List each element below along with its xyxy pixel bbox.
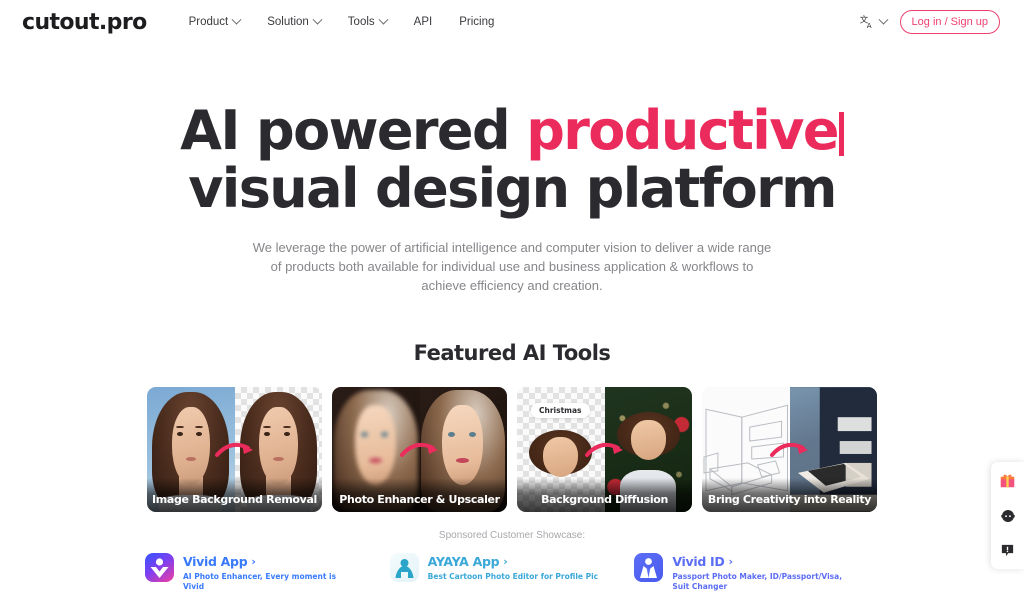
vivid-app-logo-icon: [145, 553, 174, 582]
chevron-down-icon: [231, 14, 242, 25]
transform-arrow-icon: [584, 442, 623, 457]
main-navigation: Product Solution Tools API Pricing: [188, 14, 494, 28]
chevron-down-icon: [312, 14, 323, 25]
tool-card-label: Photo Enhancer & Upscaler: [332, 478, 507, 512]
hero-title-line2: visual design platform: [188, 157, 837, 220]
hero-section: AI powered productive visual design plat…: [0, 44, 1024, 295]
chevron-down-icon: [878, 14, 888, 25]
hero-subtitle: We leverage the power of artificial inte…: [252, 240, 772, 293]
sponsor-text: Vivid ID › Passport Photo Maker, ID/Pass…: [672, 553, 847, 592]
featured-tools-grid: Image Background Removal Photo Enhancer …: [0, 387, 1024, 512]
nav-item-label: Product: [188, 16, 229, 28]
nav-item-label: API: [413, 16, 433, 28]
nav-item-product[interactable]: Product: [188, 14, 242, 28]
nav-item-label: Solution: [267, 16, 309, 28]
gift-icon: [1000, 474, 1015, 488]
customer-service-button[interactable]: [997, 505, 1018, 526]
customer-service-icon: [1000, 509, 1015, 522]
sponsored-list: Vivid App › AI Photo Enhancer, Every mom…: [0, 553, 1024, 592]
tool-card-label: Background Diffusion: [517, 478, 692, 512]
nav-item-label: Pricing: [459, 16, 495, 28]
page-title: AI powered productive visual design plat…: [0, 102, 1024, 218]
hero-title-accent: productive: [526, 99, 839, 162]
ayaya-app-logo-icon: [389, 553, 419, 582]
sponsor-item-ayaya-app[interactable]: AYAYA App › Best Cartoon Photo Editor fo…: [389, 553, 635, 592]
hero-title-prefix: AI powered: [180, 99, 527, 162]
sponsor-item-vivid-app[interactable]: Vivid App › AI Photo Enhancer, Every mom…: [145, 553, 390, 592]
transform-arrow-icon: [399, 442, 438, 457]
transform-arrow-icon: [769, 442, 808, 457]
nav-item-label: Tools: [347, 16, 375, 28]
sponsor-item-vivid-id[interactable]: Vivid ID › Passport Photo Maker, ID/Pass…: [634, 553, 879, 592]
floating-side-widget: [991, 462, 1024, 569]
tool-card-image-background-removal[interactable]: Image Background Removal: [147, 387, 322, 512]
sponsor-description: AI Photo Enhancer, Every moment is Vivid: [183, 572, 337, 591]
tool-card-bring-creativity-into-reality[interactable]: Bring Creativity into Reality: [702, 387, 877, 512]
chevron-right-icon: ›: [728, 555, 733, 568]
nav-item-api[interactable]: API: [414, 16, 433, 28]
tool-card-photo-enhancer-upscaler[interactable]: Photo Enhancer & Upscaler: [332, 387, 507, 512]
chevron-right-icon: ›: [503, 555, 508, 568]
chevron-right-icon: ›: [251, 555, 256, 568]
sponsor-name: Vivid App ›: [183, 554, 256, 569]
sponsor-name: AYAYA App ›: [427, 554, 508, 569]
site-logo[interactable]: cutout.pro: [22, 10, 147, 35]
sponsored-showcase-title: Sponsored Customer Showcase:: [438, 530, 586, 541]
sponsor-description: Passport Photo Maker, ID/Passport/Visa, …: [672, 572, 843, 591]
sponsor-text: Vivid App › AI Photo Enhancer, Every mom…: [183, 553, 358, 592]
gift-button[interactable]: [997, 470, 1018, 491]
vivid-id-logo-icon: [634, 553, 664, 582]
sponsor-name: Vivid ID ›: [672, 554, 733, 569]
svg-text:A: A: [866, 21, 871, 30]
sponsor-description: Best Cartoon Photo Editor for Profile Pi…: [427, 572, 599, 581]
tool-card-label: Bring Creativity into Reality: [702, 478, 877, 512]
feedback-icon: [1001, 544, 1014, 557]
header-actions: 文 A Log in / Sign up: [859, 10, 1000, 34]
sponsored-showcase-section: Sponsored Customer Showcase: Vivid App ›…: [0, 530, 1024, 592]
tool-card-background-diffusion[interactable]: Christmas + Background: [517, 387, 692, 512]
featured-tools-title: Featured AI Tools: [413, 341, 611, 365]
site-header: cutout.pro Product Solution Tools API Pr…: [0, 0, 1024, 44]
nav-item-pricing[interactable]: Pricing: [459, 16, 494, 28]
tool-card-label: Image Background Removal: [147, 478, 322, 512]
login-signup-button[interactable]: Log in / Sign up: [899, 10, 1000, 34]
feedback-button[interactable]: [997, 540, 1018, 561]
featured-tools-section: Featured AI Tools Image Background Remov…: [0, 341, 1024, 512]
typing-cursor: [838, 112, 844, 156]
chevron-down-icon: [378, 14, 389, 25]
transform-arrow-icon: [214, 442, 253, 457]
nav-item-tools[interactable]: Tools: [347, 14, 389, 28]
nav-item-solution[interactable]: Solution: [267, 14, 323, 28]
language-switcher[interactable]: 文 A: [859, 14, 888, 31]
translate-icon: 文 A: [859, 14, 871, 30]
sponsor-text: AYAYA App › Best Cartoon Photo Editor fo…: [428, 553, 598, 582]
